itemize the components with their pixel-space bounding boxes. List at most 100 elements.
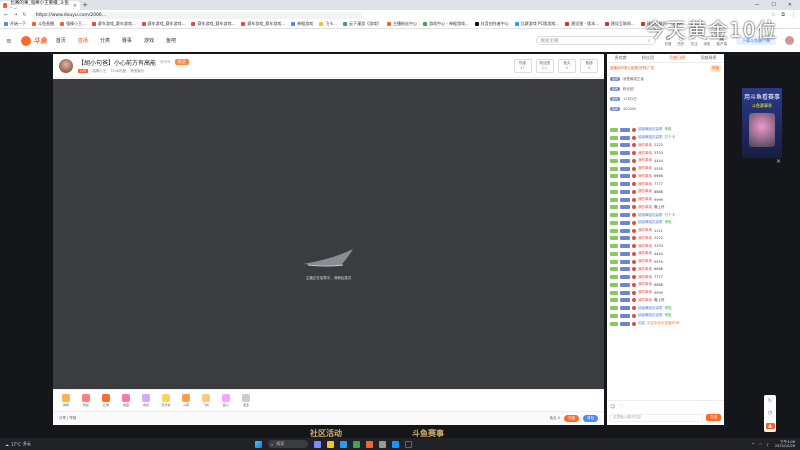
- gift-item[interactable]: 更多: [239, 394, 253, 407]
- chat-message[interactable]: 超级舞蹈狂高歌 来啦: [607, 312, 724, 320]
- chat-message[interactable]: 我的单纯 3333: [607, 242, 724, 250]
- browser-tab[interactable]: 比赛的事_强棒小王重播_斗鱼 - ... ×: [0, 1, 80, 11]
- chat-message[interactable]: 我的单纯 8888: [607, 188, 724, 196]
- chat-message[interactable]: 我的单纯 5555: [607, 258, 724, 266]
- chat-message[interactable]: 我的单纯 3333: [607, 149, 724, 157]
- chat-message-list[interactable]: 超级舞蹈狂高歌 来啦 超级舞蹈狂高歌 打个卡 我的单纯 2222 我的单纯 3333 我的单纯 4…: [607, 126, 724, 328]
- bookmark-item[interactable]: 斗鱼直播: [32, 21, 54, 27]
- gift-item[interactable]: 收藏: [119, 394, 133, 407]
- top-ranking-row[interactable]: 贵宾 12月5日: [607, 94, 724, 104]
- back-icon[interactable]: ←: [4, 12, 8, 18]
- top-ranking-row[interactable]: 贵宾 400000: [607, 104, 724, 114]
- chat-message[interactable]: 超级舞蹈狂高歌 打个卡: [607, 134, 724, 142]
- fan-badge-icon[interactable]: ♡: [619, 404, 623, 410]
- gift-item[interactable]: 超火: [219, 394, 233, 407]
- bookmark-item[interactable]: 飞卡...: [319, 21, 337, 27]
- bookmark-item[interactable]: 主播粉丝中心: [386, 21, 417, 27]
- bookmark-item[interactable]: 强棒小王...: [60, 21, 86, 27]
- pinned-app-icon[interactable]: [392, 440, 399, 448]
- gift-item[interactable]: 荧光棒: [159, 394, 173, 407]
- chat-message[interactable]: 我的单纯 7777: [607, 180, 724, 188]
- chat-username[interactable]: 我的单纯: [638, 182, 652, 187]
- emoji-icon[interactable]: ☺: [610, 404, 615, 410]
- chat-username[interactable]: 我的单纯: [638, 236, 652, 241]
- system-clock[interactable]: 下午4:06 2025/10/26: [775, 440, 795, 448]
- chat-message[interactable]: 我的单纯 9999: [607, 196, 724, 204]
- store-app-icon[interactable]: [366, 440, 373, 448]
- gift-item[interactable]: 成就: [139, 394, 153, 407]
- right-side-ad[interactable]: 用斗鱼看赛事 斗鱼赛事季: [742, 88, 782, 158]
- backpack-button[interactable]: 背包: [583, 415, 598, 422]
- room-stat[interactable]: 鱼丸 0: [558, 58, 576, 73]
- file-explorer-icon[interactable]: [327, 440, 334, 448]
- chat-message[interactable]: 我的单纯 5555: [607, 165, 724, 173]
- minimize-icon[interactable]: —: [754, 2, 759, 8]
- nav-item-1[interactable]: 直播: [78, 37, 88, 44]
- host-name[interactable]: 强棒小王: [92, 69, 106, 74]
- terminal-app-icon[interactable]: [405, 440, 412, 448]
- chat-message[interactable]: 我的单纯 6666: [607, 173, 724, 181]
- taskbar-search[interactable]: ⌕ 搜索: [268, 440, 308, 448]
- chat-username[interactable]: 我的单纯: [638, 275, 652, 280]
- bookmark-item[interactable]: 开始一下: [4, 21, 26, 27]
- nav-item-3[interactable]: 赛事: [122, 37, 132, 44]
- wifi-icon[interactable]: ◠: [759, 442, 763, 447]
- top-ranking-row[interactable]: 贵宾 我是最强王者: [607, 74, 724, 84]
- follow-button[interactable]: 关注: [174, 59, 189, 65]
- room-stat[interactable]: 热度 47: [513, 58, 532, 73]
- task-view-icon[interactable]: [314, 440, 321, 448]
- chat-username[interactable]: 超级舞蹈狂高歌: [638, 313, 663, 318]
- chat-tab-0[interactable]: 贵宾席: [615, 55, 627, 61]
- forward-icon[interactable]: →: [13, 12, 17, 18]
- settings-app-icon[interactable]: [379, 440, 386, 448]
- room-stat[interactable]: 粉丝团 1人: [535, 58, 554, 73]
- nav-item-5[interactable]: 鱼吧: [166, 37, 176, 44]
- chat-username[interactable]: 我的单纯: [638, 189, 652, 194]
- douyu-logo[interactable]: 斗鱼: [20, 35, 47, 46]
- ad-close-icon[interactable]: ×: [776, 158, 781, 165]
- bookmark-item[interactable]: 建设银 - 版本...: [565, 21, 599, 27]
- user-avatar[interactable]: [785, 36, 794, 45]
- gift-item[interactable]: 飞机: [199, 394, 213, 407]
- tray-chevron-icon[interactable]: ^: [751, 442, 754, 447]
- chat-message[interactable]: 超级舞蹈狂高歌 来啦: [607, 304, 724, 312]
- chat-username[interactable]: 欢迎: [638, 321, 645, 326]
- chat-tab-3[interactable]: 贡献周榜: [700, 55, 716, 61]
- chat-message[interactable]: 我的单纯 7777: [607, 273, 724, 281]
- chat-username[interactable]: 超级舞蹈狂高歌: [638, 220, 663, 225]
- chat-username[interactable]: 我的单纯: [638, 166, 652, 171]
- room-stat[interactable]: 鱼翅 0: [580, 58, 598, 73]
- chat-username[interactable]: 我的单纯: [638, 205, 652, 210]
- clock-icon[interactable]: ◷: [768, 410, 772, 416]
- chat-message[interactable]: 超级舞蹈狂高歌 打个卡: [607, 211, 724, 219]
- chat-username[interactable]: 我的单纯: [638, 228, 652, 233]
- bookmark-item[interactable]: 赛车游戏_赛车游戏...: [241, 21, 285, 27]
- url-field[interactable]: https://www.douyu.com/2006...: [31, 11, 362, 19]
- maximize-icon[interactable]: ☐: [771, 2, 775, 8]
- nav-item-0[interactable]: 首页: [56, 37, 66, 44]
- search-input[interactable]: 搜索主播 ⌕: [535, 36, 656, 45]
- chat-tab-2[interactable]: 贡献日榜: [669, 55, 685, 61]
- gift-item[interactable]: 弹幕: [59, 394, 73, 407]
- chat-username[interactable]: 我的单纯: [638, 251, 652, 256]
- chat-username[interactable]: 超级舞蹈狂高歌: [638, 127, 663, 132]
- refresh-icon[interactable]: ↻: [768, 398, 772, 404]
- chat-username[interactable]: 我的单纯: [638, 282, 652, 287]
- windows-start-icon[interactable]: [255, 440, 262, 448]
- close-tab-icon[interactable]: ×: [73, 3, 77, 9]
- chat-username[interactable]: 我的单纯: [638, 151, 652, 156]
- close-window-icon[interactable]: ✕: [788, 2, 792, 8]
- chat-tab-1[interactable]: 粉丝团: [642, 55, 654, 61]
- top-ranking-row[interactable]: 贵宾 粉丝团: [607, 84, 724, 94]
- chat-message[interactable]: 我的单纯 2222: [607, 142, 724, 150]
- bookmark-item[interactable]: 神棍游戏: [291, 21, 313, 27]
- chat-message[interactable]: 超级舞蹈狂高歌 来啦: [607, 219, 724, 227]
- chat-message[interactable]: 超级舞蹈狂高歌 来啦: [607, 126, 724, 134]
- chat-message[interactable]: 我的单纯 1111: [607, 227, 724, 235]
- bookmark-item[interactable]: 赛车游戏_赛车游戏...: [141, 21, 185, 27]
- chat-username[interactable]: 我的单纯: [638, 267, 652, 272]
- chat-username[interactable]: 我的单纯: [638, 290, 652, 295]
- chat-message[interactable]: 我的单纯 8888: [607, 281, 724, 289]
- send-button[interactable]: 发送: [706, 414, 721, 421]
- chat-username[interactable]: 超级舞蹈狂高歌: [638, 213, 663, 218]
